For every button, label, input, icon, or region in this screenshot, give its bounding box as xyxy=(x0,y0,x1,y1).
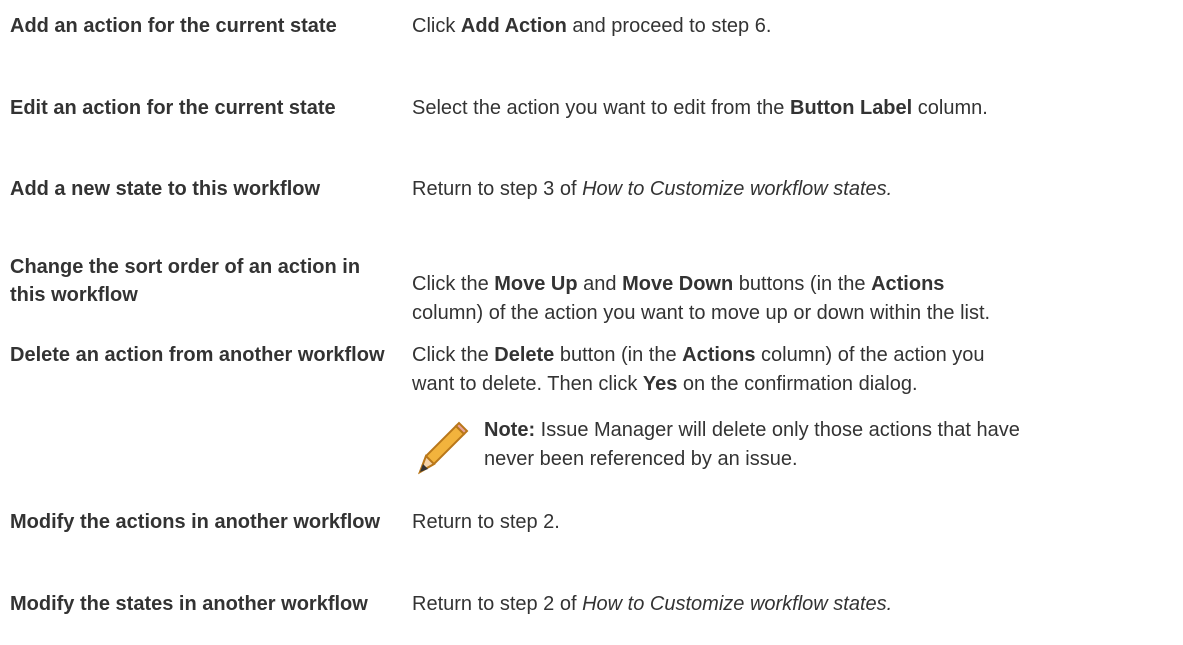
action-text: Return to step 2. xyxy=(412,511,560,533)
note-text-line2: never been referenced by an issue. xyxy=(484,448,798,470)
topic-reference: How to Customize workflow states. xyxy=(582,178,893,200)
action-cell: Return to step 2 of How to Customize wor… xyxy=(412,590,1183,619)
action-emphasis: Actions xyxy=(682,344,756,366)
action-text: and xyxy=(577,273,623,295)
action-text: column. xyxy=(912,97,988,119)
action-text: Click xyxy=(412,15,461,37)
task-cell: Edit an action for the current state xyxy=(10,97,336,119)
action-cell: Select the action you want to edit from … xyxy=(412,94,1183,123)
task-cell: Change the sort order of an action in th… xyxy=(10,256,361,306)
action-text: buttons (in the xyxy=(733,273,872,295)
action-text: and proceed to step 6. xyxy=(566,15,772,37)
pencil-icon xyxy=(418,421,469,475)
action-cell: Return to step 2. xyxy=(412,508,1183,537)
action-emphasis: Actions xyxy=(871,273,945,295)
action-text: on the confirmation dialog. xyxy=(677,373,918,395)
action-text: Click the xyxy=(412,273,495,295)
action-text: Select the action you want to edit from … xyxy=(412,97,790,119)
action-text: Return to step 2 of xyxy=(412,593,583,615)
action-text: column) of the action you want to move u… xyxy=(412,302,991,324)
action-text: button (in the xyxy=(554,344,683,366)
action-cell: Return to step 3 of How to Customize wor… xyxy=(412,175,1183,204)
action-cell: Click the Delete button (in the Actions … xyxy=(412,341,1183,399)
task-cell: Add an action for the current state xyxy=(10,15,337,37)
action-text: Click the xyxy=(412,344,495,366)
action-cell: Click the Move Up and Move Down buttons … xyxy=(412,270,1183,328)
action-emphasis: Add Action xyxy=(460,15,567,37)
action-emphasis: Button Label xyxy=(790,97,913,119)
task-cell: Modify the states in another workflow xyxy=(10,593,368,615)
task-cell: Delete an action from another workflow xyxy=(10,344,385,366)
action-emphasis: Move Down xyxy=(622,273,734,295)
action-emphasis: Move Up xyxy=(494,273,578,295)
topic-reference: How to Customize workflow states. xyxy=(582,593,893,615)
action-text: Return to step 3 of xyxy=(412,178,583,200)
action-text: column) of the action you xyxy=(755,344,985,366)
note-label: Note: xyxy=(484,419,536,441)
action-text: want to delete. Then click xyxy=(412,373,643,395)
note-text-line1: Issue Manager will delete only those act… xyxy=(535,419,1020,441)
task-cell: Add a new state to this workflow xyxy=(10,178,321,200)
action-emphasis: Delete xyxy=(494,344,555,366)
action-cell: Click Add Action and proceed to step 6. xyxy=(412,12,1183,41)
task-cell: Modify the actions in another workflow xyxy=(10,511,381,533)
action-emphasis: Yes xyxy=(642,373,678,395)
